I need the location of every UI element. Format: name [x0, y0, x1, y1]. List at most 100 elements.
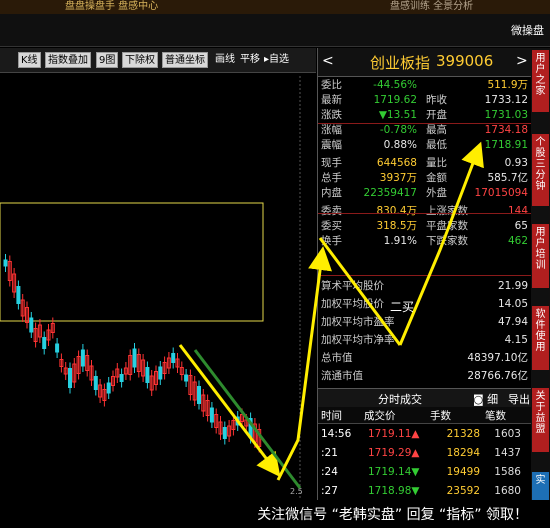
quote-value: 65 — [514, 220, 528, 232]
quote-label: 平盘家数 — [426, 220, 468, 232]
kline-chart[interactable]: 2.5 — [0, 73, 316, 500]
trade-header: 分时成交 ◙ 细 导出 — [318, 388, 531, 408]
trade-count: 1680 — [494, 485, 521, 497]
trade-row[interactable]: :21 1719.29▲ 18294 1437 — [318, 444, 531, 462]
stat-row: 流通市值 28766.76亿 — [318, 369, 531, 384]
quote-value: 17015094 — [474, 187, 528, 199]
watchlist-button[interactable]: ▸自选 — [262, 52, 291, 68]
stat-label: 算术平均股价 — [321, 280, 384, 292]
quote-row: 委买 318.5万 平盘家数 65 — [318, 219, 531, 234]
trade-time: :27 — [321, 485, 338, 497]
highlight-box — [0, 202, 264, 322]
export-button[interactable]: 导出 — [508, 391, 530, 407]
trade-count: 1603 — [494, 428, 521, 440]
stat-row: 加权平均市净率 4.15 — [318, 333, 531, 348]
candle-body — [248, 418, 253, 438]
pan-button[interactable]: 平移 — [238, 52, 262, 68]
candle-body — [42, 337, 47, 349]
kline-button[interactable]: K线 — [18, 52, 41, 68]
title-right-text: 盘感训练 全景分析 — [390, 1, 474, 12]
watchlist-label: 自选 — [269, 54, 290, 65]
quote-value: 511.9万 — [487, 79, 528, 91]
separator — [318, 213, 531, 214]
trade-time: :24 — [321, 466, 338, 478]
sidebar-tab-user-training[interactable]: 用户培训 — [532, 224, 549, 288]
quote-row: 涨跌 ▼13.51 开盘 1731.03 — [318, 108, 531, 123]
nine-chart-button[interactable]: 9图 — [96, 52, 119, 68]
trade-count: 1586 — [494, 466, 521, 478]
quote-label: 最新 — [321, 94, 342, 106]
quote-value: 0.93 — [504, 157, 528, 169]
candle-body — [29, 317, 34, 333]
sidebar-tab-user-home[interactable]: 用户之家 — [532, 50, 549, 112]
trade-row[interactable]: :24 1719.14▼ 19499 1586 — [318, 463, 531, 481]
quote-value: 1718.91 — [484, 139, 528, 151]
candlestick-svg — [0, 76, 301, 498]
sidebar-tab-stock-3min[interactable]: 个股三分钟 — [532, 134, 549, 206]
col-volume: 手数 — [430, 410, 451, 422]
candle-body — [145, 367, 150, 383]
col-time: 时间 — [321, 410, 342, 422]
quote-label: 外盘 — [426, 187, 447, 199]
trade-row[interactable]: 14:56 1719.11▲ 21328 1603 — [318, 425, 531, 443]
quote-label: 换手 — [321, 235, 342, 247]
stat-row: 总市值 48397.10亿 — [318, 351, 531, 366]
quote-value: -44.56% — [373, 79, 417, 91]
quote-row: 总手 3937万 金额 585.7亿 — [318, 171, 531, 186]
index-overlay-button[interactable]: 指数叠加 — [45, 52, 91, 68]
quote-value: -0.78% — [379, 124, 417, 136]
draw-line-button[interactable]: 画线 — [213, 52, 237, 68]
quote-row: 涨幅 -0.78% 最高 1734.18 — [318, 123, 531, 138]
sidebar-tab-more[interactable]: 实 — [532, 472, 549, 500]
trade-volume: 21328 — [446, 428, 480, 440]
quote-value: 22359417 — [363, 187, 417, 199]
trade-price: 1719.14▼ — [368, 466, 420, 478]
quote-value: 318.5万 — [376, 220, 417, 232]
quote-value: ▼13.51 — [378, 109, 417, 121]
quote-value: 585.7亿 — [487, 172, 528, 184]
quote-value: 1.91% — [383, 235, 417, 247]
stat-row: 加权平均市盈率 47.94 — [318, 315, 531, 330]
quote-row: 换手 1.91% 下跌家数 462 — [318, 234, 531, 249]
stat-value: 4.15 — [504, 334, 528, 346]
stat-label: 加权平均市盈率 — [321, 316, 395, 328]
candle-body — [171, 353, 176, 363]
col-price: 成交价 — [364, 410, 396, 422]
trade-time: :21 — [321, 447, 338, 459]
stat-label: 加权平均股价 — [321, 298, 384, 310]
detail-label: 细 — [487, 393, 499, 406]
trade-count: 1437 — [494, 447, 521, 459]
micro-trade-link[interactable]: 微操盘 — [511, 22, 544, 38]
prev-arrow-icon[interactable]: < — [322, 53, 334, 69]
candle-body — [222, 427, 227, 439]
detail-button[interactable]: ◙ 细 — [473, 391, 498, 407]
candle-body — [119, 374, 124, 382]
stat-label: 流通市值 — [321, 370, 363, 382]
bottom-bar: 关注微信号 “老韩实盘” 回复 “指标” 领取！ — [0, 500, 550, 528]
sidebar-tab-about[interactable]: 关于益盟 — [532, 388, 549, 452]
stat-value: 14.05 — [497, 298, 528, 310]
trade-time: 14:56 — [321, 428, 352, 440]
stat-value: 47.94 — [497, 316, 528, 328]
quote-label: 最高 — [426, 124, 447, 136]
candle-body — [3, 259, 8, 267]
coordinate-button[interactable]: 普通坐标 — [162, 52, 208, 68]
index-name: 创业板指 — [370, 54, 431, 72]
next-arrow-icon[interactable]: > — [516, 53, 528, 69]
trade-row[interactable]: :27 1718.98▼ 23592 1680 — [318, 482, 531, 500]
candle-body — [16, 286, 21, 304]
menu-bar: 微操盘 — [0, 14, 550, 47]
quote-label: 开盘 — [426, 109, 447, 121]
candle-body — [80, 349, 85, 367]
trade-volume: 23592 — [446, 485, 480, 497]
trade-title: 分时成交 — [378, 393, 422, 406]
stat-value: 28766.76亿 — [467, 370, 528, 382]
quote-label: 下跌家数 — [426, 235, 468, 247]
candles-group — [3, 254, 262, 453]
stat-row: 加权平均股价 14.05 — [318, 297, 531, 312]
candle-body — [106, 382, 111, 394]
separator — [318, 275, 531, 276]
candle-body — [197, 386, 201, 404]
ex-rights-button[interactable]: 下除权 — [122, 52, 158, 68]
sidebar-tab-software-usage[interactable]: 软件使用 — [532, 306, 549, 370]
